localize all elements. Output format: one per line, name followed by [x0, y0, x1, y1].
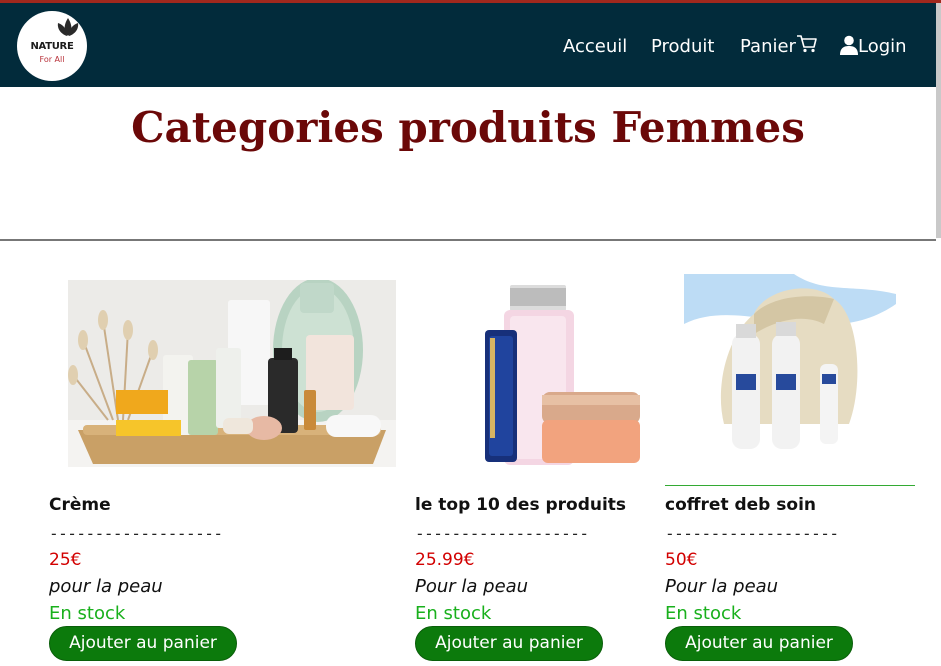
product-name[interactable]: le top 10 des produits: [415, 495, 626, 515]
product-name[interactable]: Crème: [49, 495, 111, 515]
product-image-creme[interactable]: [68, 280, 396, 467]
section-divider: [0, 239, 936, 241]
nav-panier[interactable]: Panier: [740, 35, 818, 57]
nav-login-label: Login: [858, 36, 907, 57]
product-separator: -------------------: [49, 524, 223, 543]
add-to-cart-button[interactable]: Ajouter au panier: [49, 626, 237, 661]
brand-logo[interactable]: NATURE For All: [17, 11, 87, 81]
lotus-icon: [57, 18, 79, 36]
nav-accueil[interactable]: Acceuil: [563, 36, 627, 57]
scrollbar[interactable]: [936, 3, 941, 238]
navbar: NATURE For All Acceuil Produit Panier Lo…: [0, 3, 936, 87]
product-separator: -------------------: [665, 524, 839, 543]
nav-panier-label: Panier: [740, 36, 796, 57]
product-image-top10[interactable]: [480, 280, 645, 467]
product-price: 50€: [665, 550, 698, 570]
product-stock: En stock: [665, 603, 742, 624]
product-description: pour la peau: [49, 576, 163, 597]
add-to-cart-button[interactable]: Ajouter au panier: [415, 626, 603, 661]
product-stock: En stock: [49, 603, 126, 624]
user-icon: [840, 35, 858, 55]
add-to-cart-button[interactable]: Ajouter au panier: [665, 626, 853, 661]
product-description: Pour la peau: [415, 576, 529, 597]
cart-icon: [796, 35, 817, 53]
logo-text: NATURE: [30, 41, 74, 52]
product-stock: En stock: [415, 603, 492, 624]
logo-subtext: For All: [39, 55, 65, 64]
product-price: 25€: [49, 550, 82, 570]
product-price: 25.99€: [415, 550, 475, 570]
nav-produit[interactable]: Produit: [651, 36, 714, 57]
card-top-rule: [665, 485, 915, 486]
product-separator: -------------------: [415, 524, 589, 543]
product-image-coffret[interactable]: [684, 274, 896, 461]
nav-login[interactable]: Login: [840, 35, 907, 57]
product-name[interactable]: coffret deb soin: [665, 495, 816, 515]
product-description: Pour la peau: [665, 576, 779, 597]
page-title: Categories produits Femmes: [131, 103, 805, 152]
